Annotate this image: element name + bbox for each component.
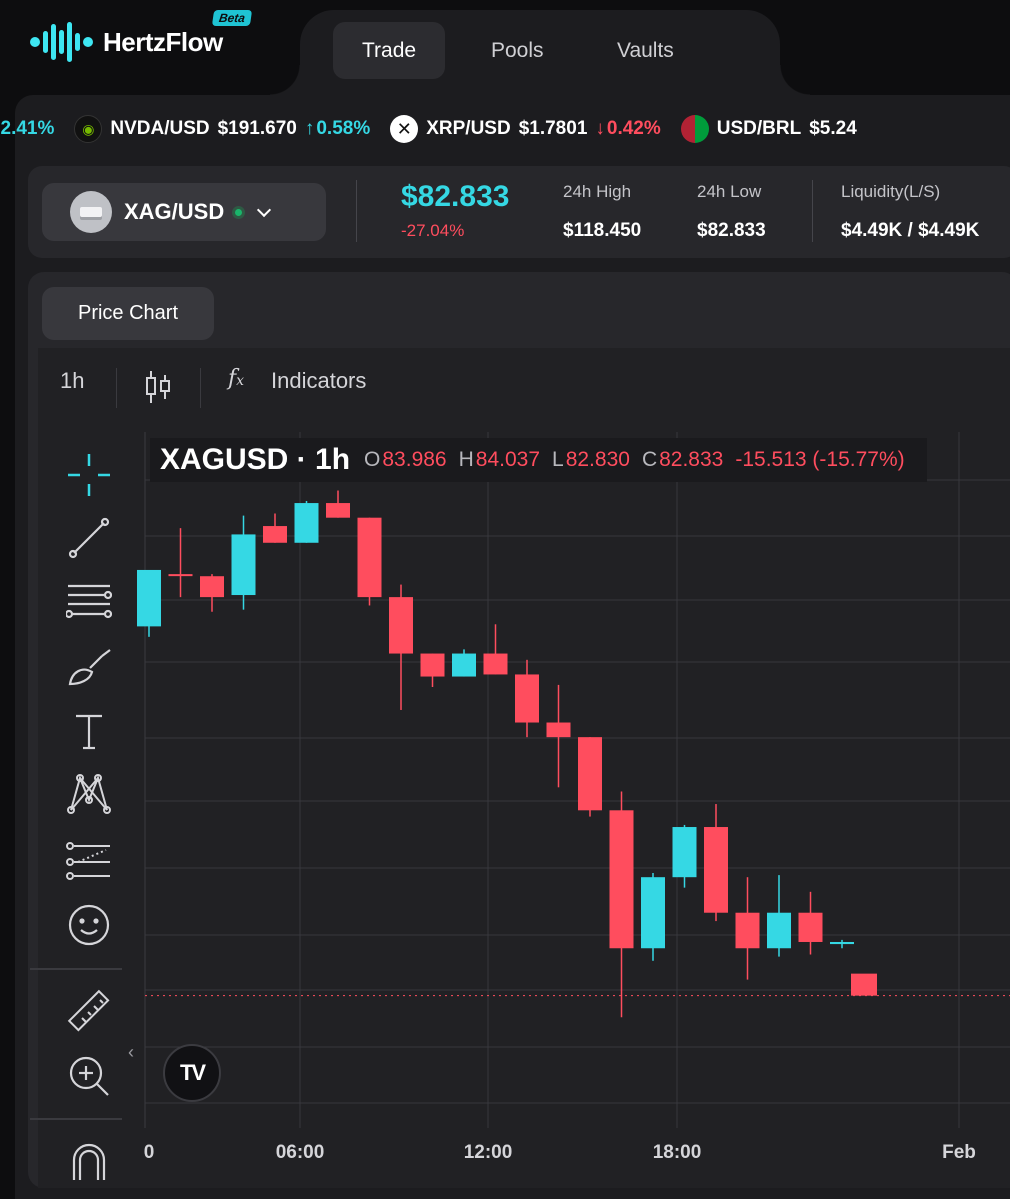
pattern-tool-icon[interactable] bbox=[66, 772, 112, 818]
prediction-tool-icon[interactable] bbox=[66, 838, 112, 884]
x-axis-tick-label: 12:00 bbox=[464, 1142, 513, 1163]
candle-body bbox=[231, 534, 256, 596]
tradingview-logo-icon[interactable]: TV bbox=[163, 1044, 221, 1102]
legend-open-label: O bbox=[364, 448, 381, 471]
last-price-marker bbox=[851, 973, 877, 996]
candle-body bbox=[578, 737, 602, 811]
candle-body bbox=[641, 877, 665, 949]
candle-body bbox=[704, 827, 728, 913]
candle-body bbox=[294, 503, 319, 543]
candle-body bbox=[326, 503, 350, 518]
legend-low-label: L bbox=[552, 448, 564, 471]
x-axis-tick-label: 0 bbox=[144, 1142, 155, 1163]
chevron-left-icon[interactable]: ‹ bbox=[128, 1042, 134, 1063]
legend-change: -15.513 (-15.77%) bbox=[735, 448, 905, 471]
ohlc-legend: XAGUSD · 1h O 83.986 H 84.037 L 82.830 C… bbox=[150, 438, 927, 482]
legend-high-label: H bbox=[458, 448, 474, 471]
candle-body bbox=[483, 653, 508, 675]
text-tool-icon[interactable] bbox=[66, 708, 112, 754]
legend-symbol: XAGUSD · 1h bbox=[160, 443, 351, 476]
candle-body bbox=[452, 653, 476, 677]
emoji-icon[interactable] bbox=[66, 902, 112, 948]
legend-open: 83.986 bbox=[382, 448, 447, 471]
legend-close-label: C bbox=[641, 448, 658, 471]
candle-body bbox=[609, 810, 634, 949]
x-axis-tick-label: 18:00 bbox=[653, 1142, 702, 1163]
candle-body bbox=[168, 574, 193, 577]
legend-high: 84.037 bbox=[475, 448, 541, 471]
candle-body bbox=[798, 912, 823, 942]
crosshair-icon[interactable] bbox=[66, 452, 112, 498]
candle-body bbox=[515, 674, 539, 723]
divider bbox=[30, 1118, 122, 1120]
candle-body bbox=[263, 526, 287, 543]
candle-body bbox=[200, 576, 224, 598]
candle-body bbox=[137, 569, 161, 627]
x-axis-tick-label: 06:00 bbox=[276, 1142, 325, 1163]
price-chart[interactable]: 0 06:00 12:00 18:00 Feb bbox=[0, 0, 1010, 1199]
candle-body bbox=[420, 653, 445, 677]
legend-low: 82.830 bbox=[565, 448, 630, 471]
candle-body bbox=[735, 912, 760, 949]
candle-body bbox=[672, 827, 697, 878]
candle-body bbox=[767, 912, 791, 949]
magnet-icon[interactable] bbox=[66, 1138, 112, 1184]
trend-line-icon[interactable] bbox=[66, 515, 112, 561]
candle-body bbox=[357, 517, 382, 598]
x-axis-tick-label: Feb bbox=[942, 1142, 976, 1163]
legend-close: 82.833 bbox=[659, 448, 724, 471]
candle-body bbox=[389, 597, 413, 654]
zoom-in-icon[interactable] bbox=[66, 1053, 112, 1099]
candle-body bbox=[830, 941, 854, 945]
candle-body bbox=[546, 722, 571, 738]
divider bbox=[30, 968, 122, 970]
brush-icon[interactable] bbox=[66, 644, 112, 690]
horizontal-lines-icon[interactable] bbox=[64, 580, 113, 626]
ruler-icon[interactable] bbox=[66, 988, 112, 1034]
